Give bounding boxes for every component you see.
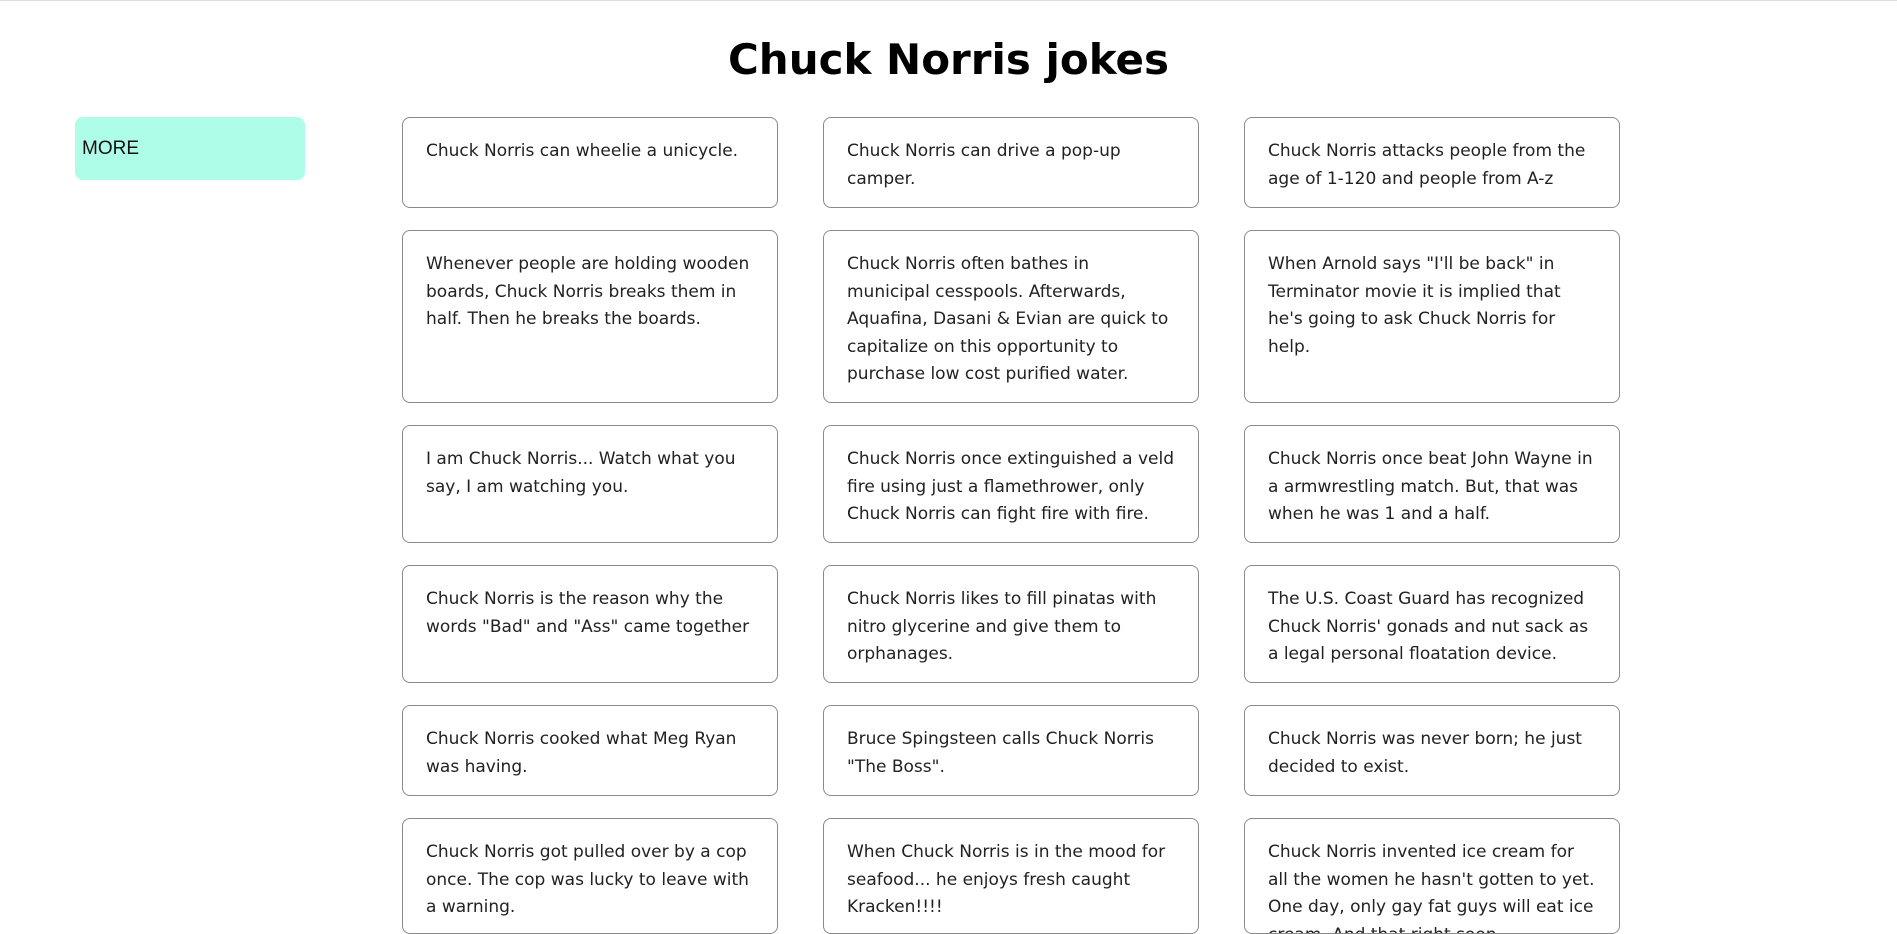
joke-card: Chuck Norris once beat John Wayne in a a… (1244, 425, 1620, 543)
joke-card: When Chuck Norris is in the mood for sea… (823, 818, 1199, 934)
joke-card: Bruce Spingsteen calls Chuck Norris "The… (823, 705, 1199, 796)
joke-card: Chuck Norris can drive a pop-up camper. (823, 117, 1199, 208)
joke-card: Chuck Norris can wheelie a unicycle. (402, 117, 778, 208)
joke-card: Chuck Norris invented ice cream for all … (1244, 818, 1620, 934)
joke-card: I am Chuck Norris... Watch what you say,… (402, 425, 778, 543)
more-button[interactable]: MORE (75, 117, 305, 180)
joke-card: Whenever people are holding wooden board… (402, 230, 778, 403)
joke-card: Chuck Norris was never born; he just dec… (1244, 705, 1620, 796)
joke-card: Chuck Norris likes to fill pinatas with … (823, 565, 1199, 683)
joke-card: Chuck Norris is the reason why the words… (402, 565, 778, 683)
joke-card: Chuck Norris cooked what Meg Ryan was ha… (402, 705, 778, 796)
joke-card: Chuck Norris got pulled over by a cop on… (402, 818, 778, 934)
joke-card: The U.S. Coast Guard has recognized Chuc… (1244, 565, 1620, 683)
page-title: Chuck Norris jokes (727, 35, 1170, 84)
joke-card: When Arnold says "I'll be back" in Termi… (1244, 230, 1620, 403)
joke-card: Chuck Norris attacks people from the age… (1244, 117, 1620, 208)
joke-card: Chuck Norris once extinguished a veld fi… (823, 425, 1199, 543)
top-divider (0, 0, 1897, 1)
joke-card: Chuck Norris often bathes in municipal c… (823, 230, 1199, 403)
